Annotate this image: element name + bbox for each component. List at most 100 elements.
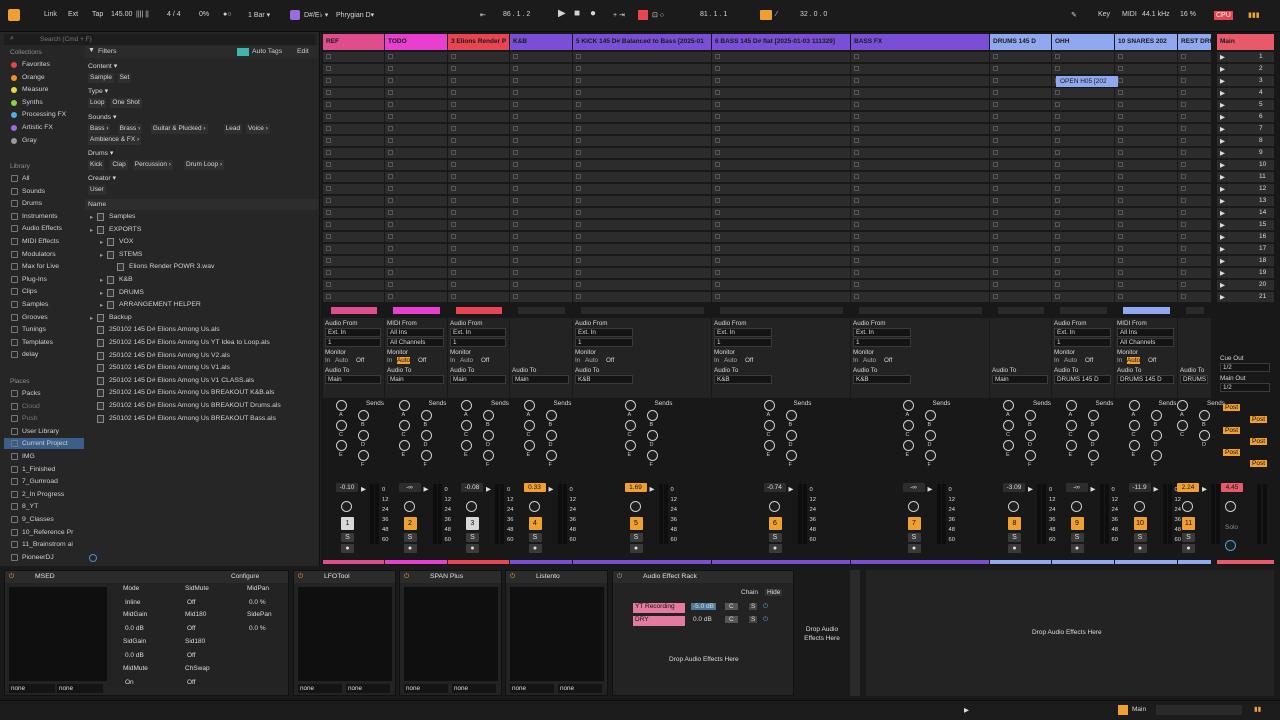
clip-stop-icon[interactable]	[576, 138, 581, 143]
clip-stop-icon[interactable]	[576, 102, 581, 107]
monitor-in-button[interactable]: In	[325, 357, 330, 364]
clip-stop-icon[interactable]	[326, 162, 331, 167]
clip-stop-icon[interactable]	[576, 198, 581, 203]
output-select[interactable]: K&B	[714, 375, 772, 384]
loop-length[interactable]: 32 . 0 . 0	[800, 11, 827, 18]
clip-slot[interactable]	[448, 76, 509, 87]
clip-slot[interactable]	[510, 172, 572, 183]
filter-tag[interactable]: Percussion ›	[132, 160, 173, 170]
send-knob[interactable]	[461, 440, 472, 451]
clip-stop-icon[interactable]	[1055, 294, 1060, 299]
input-channel-select[interactable]: All Channels	[387, 338, 444, 347]
clip-stop-icon[interactable]	[451, 54, 456, 59]
send-knob[interactable]	[1128, 400, 1140, 411]
place-item[interactable]: 10_Reference Pr	[22, 529, 73, 536]
clip-slot[interactable]	[1052, 244, 1114, 255]
clip-slot[interactable]	[851, 280, 989, 291]
clip-stop-icon[interactable]	[451, 210, 456, 215]
clip-slot[interactable]	[990, 124, 1051, 135]
send-knob[interactable]	[336, 420, 347, 431]
clip-stop-icon[interactable]	[451, 270, 456, 275]
clip-stop-icon[interactable]	[1055, 174, 1060, 179]
clip-slot[interactable]	[1052, 208, 1114, 219]
clip-stop-icon[interactable]	[513, 234, 518, 239]
clip-stop-icon[interactable]	[576, 126, 581, 131]
arm-button[interactable]: ●	[1133, 544, 1147, 553]
clip-slot[interactable]	[990, 160, 1051, 171]
main-out-select[interactable]: 1/2	[1220, 383, 1270, 392]
clip-stop-icon[interactable]	[513, 282, 518, 287]
clip-slot[interactable]	[712, 256, 850, 267]
clip-slot[interactable]	[990, 172, 1051, 183]
output-select[interactable]: Main	[992, 375, 1048, 384]
file-list-item[interactable]: VOX	[119, 238, 133, 245]
send-knob[interactable]	[902, 420, 914, 431]
send-knob[interactable]	[1065, 440, 1077, 451]
clip-slot[interactable]	[323, 112, 384, 123]
clip-stop-icon[interactable]	[576, 186, 581, 191]
clip-slot[interactable]	[1115, 172, 1177, 183]
clip-slot[interactable]	[448, 184, 509, 195]
clip-slot[interactable]	[385, 88, 447, 99]
filter-tag[interactable]: Drum Loop ›	[184, 160, 225, 170]
solo-button[interactable]: S	[1182, 533, 1195, 542]
clip-stop-icon[interactable]	[576, 246, 581, 251]
send-knob[interactable]	[545, 410, 557, 421]
disclosure-icon[interactable]: ▸	[100, 276, 103, 284]
library-item[interactable]: Grooves	[22, 314, 48, 321]
track-icon[interactable]	[1118, 705, 1128, 715]
send-knob[interactable]	[523, 420, 535, 431]
clip-slot[interactable]	[990, 208, 1051, 219]
collection-item[interactable]: Favorites	[22, 61, 50, 68]
monitor-off-button[interactable]: Off	[1085, 357, 1093, 364]
clip-slot[interactable]	[323, 256, 384, 267]
clip-stop-icon[interactable]	[451, 162, 456, 167]
clip-stop-icon[interactable]	[1055, 102, 1060, 107]
monitor-off-button[interactable]: Off	[481, 357, 489, 364]
clip-stop-icon[interactable]	[451, 126, 456, 131]
clip-stop-icon[interactable]	[715, 186, 720, 191]
clip-stop-icon[interactable]	[1055, 270, 1060, 275]
clip-stop-icon[interactable]	[451, 186, 456, 191]
track-header[interactable]: DRUMS 145 D	[990, 34, 1051, 50]
clip-slot[interactable]	[712, 124, 850, 135]
clip-stop-icon[interactable]	[1055, 282, 1060, 287]
clip-slot[interactable]	[851, 148, 989, 159]
clip-stop-icon[interactable]	[1055, 138, 1060, 143]
clip-slot[interactable]	[990, 256, 1051, 267]
clip-slot[interactable]	[990, 88, 1051, 99]
send-knob[interactable]	[1128, 420, 1140, 431]
clip-slot[interactable]	[323, 160, 384, 171]
clip-slot[interactable]	[1115, 280, 1177, 291]
clip-stop-icon[interactable]	[1181, 198, 1186, 203]
clip-slot[interactable]	[448, 280, 509, 291]
clip-slot[interactable]	[851, 64, 989, 75]
meters-icon[interactable]: ▮▮▮	[1248, 11, 1260, 19]
volume-field[interactable]: -∞	[1065, 483, 1088, 492]
clip-slot[interactable]	[510, 52, 572, 63]
clip-stop-icon[interactable]	[715, 150, 720, 155]
clip-stop-icon[interactable]	[388, 198, 393, 203]
monitor-in-button[interactable]: In	[714, 357, 719, 364]
clip-slot[interactable]	[573, 268, 711, 279]
clip-stop-icon[interactable]	[388, 114, 393, 119]
clip-stop-icon[interactable]	[1181, 222, 1186, 227]
scene-launch-icon[interactable]: ▶	[1220, 245, 1225, 253]
clip-stop-icon[interactable]	[1181, 210, 1186, 215]
chain-power-icon[interactable]: ⏻	[763, 603, 768, 611]
clip-stop-icon[interactable]	[1118, 198, 1123, 203]
output-select[interactable]: K&B	[853, 375, 911, 384]
library-item[interactable]: Plug-Ins	[22, 276, 47, 283]
clip-stop-icon[interactable]	[388, 66, 393, 71]
arm-button[interactable]: ●	[403, 544, 417, 553]
clip-stop-icon[interactable]	[576, 150, 581, 155]
clip-stop-icon[interactable]	[576, 78, 581, 83]
clip-slot[interactable]	[712, 172, 850, 183]
msed-param-value[interactable]: 0.0 %	[249, 625, 266, 632]
chain-power-icon[interactable]: ⏻	[763, 616, 768, 624]
scene-launch-icon[interactable]: ▶	[1220, 53, 1225, 61]
send-knob[interactable]	[1087, 450, 1099, 461]
lfotool-select-1[interactable]: none	[298, 684, 342, 693]
monitor-auto-button[interactable]: Auto	[335, 357, 348, 364]
rack-title[interactable]: Audio Effect Rack	[613, 571, 793, 583]
